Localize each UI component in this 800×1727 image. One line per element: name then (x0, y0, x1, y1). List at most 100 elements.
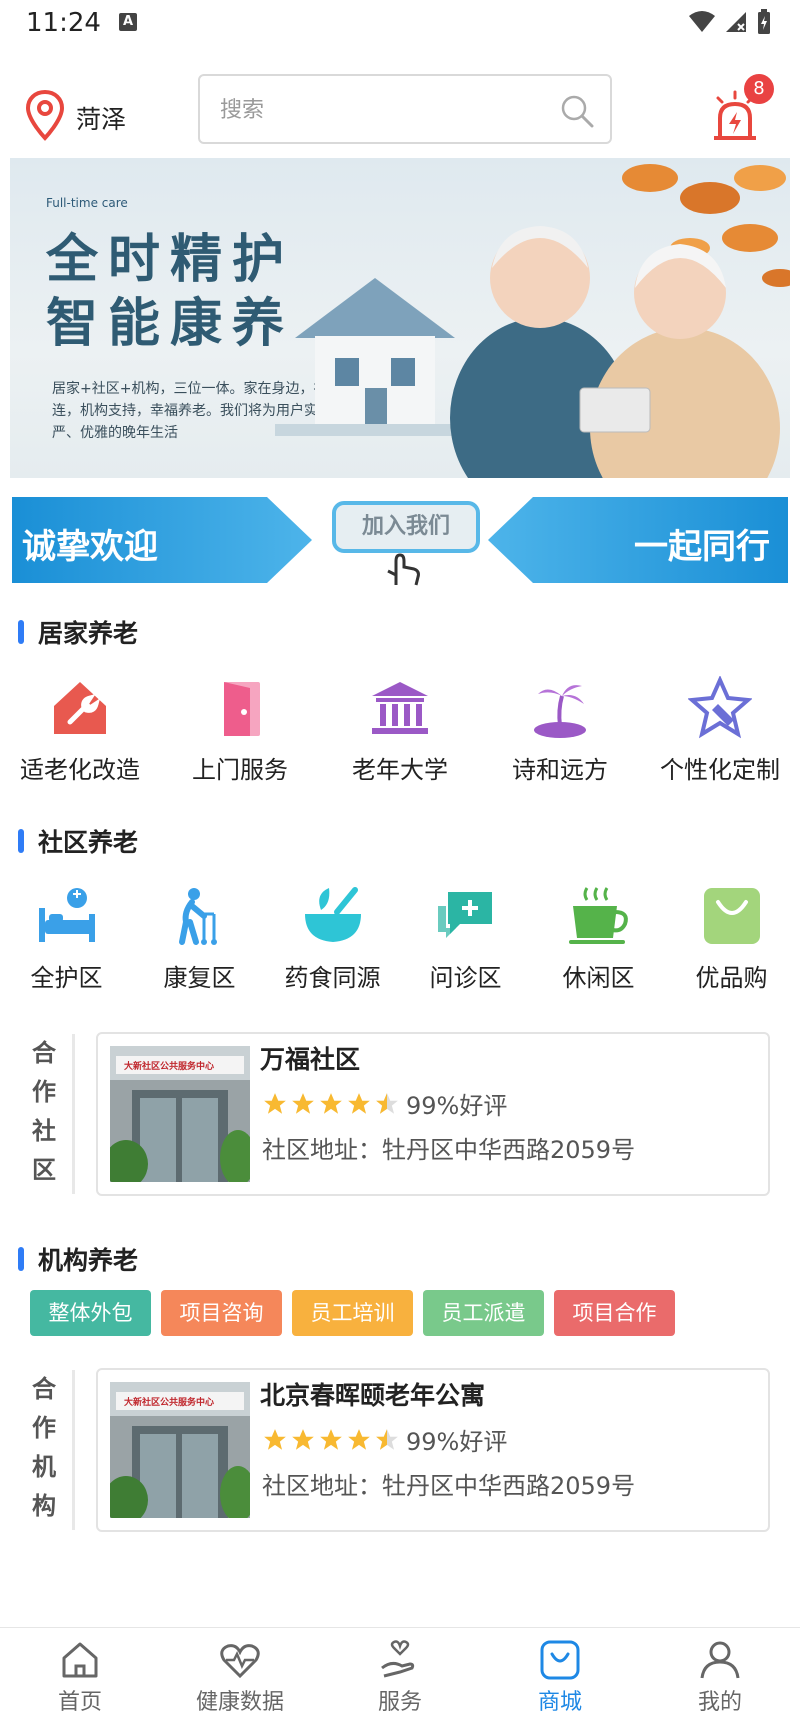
tab-label: 服务 (377, 1690, 422, 1715)
home-care-label: 上门服务 (192, 756, 288, 784)
home-care-item[interactable]: 老年大学 (320, 676, 480, 785)
tab-shop[interactable]: 商城 (480, 1628, 640, 1727)
community-care-item[interactable]: 优品购 (665, 884, 798, 993)
hero-banner[interactable]: Full-time care 全时精护 智能康养 居家+社区+机构，三位一体。家… (10, 158, 790, 478)
nurse-bed-icon (38, 888, 95, 942)
star-pen-icon (688, 676, 752, 739)
search-box[interactable] (198, 74, 612, 144)
photo-sign-text: 大新社区公共服务中心 (124, 1062, 215, 1072)
status-icons (688, 8, 772, 36)
community-care-item[interactable]: 药食同源 (266, 884, 399, 993)
community-address: 社区地址：牡丹区中华西路2059号 (262, 1136, 636, 1164)
tag-outsourcing[interactable]: 整体外包 (30, 1290, 151, 1336)
institution-name: 北京春晖颐老年公寓 (260, 1381, 486, 1410)
search-icon[interactable] (558, 92, 596, 130)
star-icon (320, 1092, 342, 1114)
home-care-item[interactable]: 个性化定制 (640, 676, 800, 785)
community-care-label: 药食同源 (284, 964, 381, 992)
heartbeat-icon (220, 1644, 260, 1679)
side-label-char: 机 (32, 1453, 56, 1481)
tab-health-data[interactable]: 健康数据 (160, 1628, 320, 1727)
bottom-tab-bar: 首页 健康数据 服务 商城 我的 (0, 1627, 800, 1727)
wifi-icon (689, 11, 715, 32)
community-care-item[interactable]: 问诊区 (399, 884, 532, 993)
community-care-label: 康复区 (163, 964, 236, 992)
star-icon (320, 1428, 342, 1450)
community-photo: 大新社区公共服务中心 (110, 1046, 250, 1182)
partner-community-side-label: 合 作 社 区 (28, 1034, 60, 1190)
home-care-item[interactable]: 适老化改造 (0, 676, 160, 785)
elderly-walker-icon (178, 888, 217, 945)
section-title: 机构养老 (38, 1246, 139, 1275)
tag-dispatch[interactable]: 员工派遣 (423, 1290, 544, 1336)
rating-stars: 99%好评 (262, 1086, 507, 1121)
community-care-item[interactable]: 休闲区 (532, 884, 665, 993)
tab-label: 首页 (57, 1690, 102, 1715)
chat-plus-icon (437, 892, 492, 938)
section-institution-care: 机构养老 (18, 1239, 138, 1279)
star-icon (264, 1092, 286, 1114)
location-pin-icon[interactable] (24, 89, 66, 141)
tab-services[interactable]: 服务 (320, 1628, 480, 1727)
city-selector[interactable]: 菏泽 (76, 100, 126, 136)
section-title: 社区养老 (38, 828, 139, 857)
banner-brand: Full-time care (46, 196, 128, 210)
home-care-grid: 适老化改造 上门服务 老年大学 诗和远方 个性化定制 (0, 676, 800, 785)
community-care-label: 问诊区 (429, 964, 502, 992)
community-care-item[interactable]: 康复区 (133, 884, 266, 993)
top-header: 菏泽 8 (0, 70, 800, 150)
home-care-label: 个性化定制 (660, 756, 780, 784)
house-wrench-icon (54, 682, 106, 734)
section-community-care: 社区养老 (18, 821, 138, 861)
side-label-char: 构 (32, 1492, 56, 1520)
community-care-grid: 全护区 康复区 药食同源 问诊区 休闲区 优品购 (0, 884, 800, 993)
home-care-label: 诗和远方 (512, 756, 608, 784)
side-label-char: 作 (32, 1414, 56, 1442)
star-icon (348, 1092, 370, 1114)
community-name: 万福社区 (260, 1045, 361, 1074)
tab-label: 我的 (697, 1690, 742, 1715)
welcome-left-text: 诚挚欢迎 (22, 527, 158, 567)
tab-home[interactable]: 首页 (0, 1628, 160, 1727)
palm-island-icon (534, 685, 586, 738)
star-icon (264, 1428, 286, 1450)
half-star-icon (376, 1092, 398, 1114)
rating-text: 99%好评 (406, 1092, 508, 1120)
mortar-icon (304, 887, 361, 942)
section-marker (18, 620, 24, 644)
community-care-label: 全护区 (30, 964, 103, 992)
status-bar: 11:24 A (0, 0, 800, 46)
divider (72, 1370, 75, 1530)
side-label-char: 合 (32, 1039, 56, 1067)
hand-heart-icon (381, 1640, 415, 1678)
door-icon (224, 682, 260, 736)
tag-training[interactable]: 员工培训 (292, 1290, 413, 1336)
section-marker (18, 1247, 24, 1271)
tab-profile[interactable]: 我的 (640, 1628, 800, 1727)
section-marker (18, 829, 24, 853)
community-care-item[interactable]: 全护区 (0, 884, 133, 993)
institution-photo: 大新社区公共服务中心 (110, 1382, 250, 1518)
section-title: 居家养老 (38, 619, 139, 648)
tag-consulting[interactable]: 项目咨询 (161, 1290, 282, 1336)
rating-stars: 99%好评 (262, 1422, 507, 1457)
banner-headline-line-1: 全时精护 (46, 229, 295, 290)
home-care-item[interactable]: 诗和远方 (480, 676, 640, 785)
shop-bag-icon (540, 1640, 580, 1680)
home-care-item[interactable]: 上门服务 (160, 676, 320, 785)
divider (72, 1034, 75, 1194)
pointer-hand-icon (387, 553, 420, 586)
search-input[interactable] (220, 92, 520, 128)
partner-institution-card[interactable]: 大新社区公共服务中心 北京春晖颐老年公寓 99%好评 社区地址：牡丹区中华西路2… (96, 1368, 770, 1532)
institution-tags: 整体外包 项目咨询 员工培训 员工派遣 项目合作 (30, 1290, 675, 1336)
tag-cooperation[interactable]: 项目合作 (554, 1290, 675, 1336)
partner-community-card[interactable]: 大新社区公共服务中心 万福社区 99%好评 社区地址：牡丹区中华西路2059号 (96, 1032, 770, 1196)
alarm-badge: 8 (744, 74, 774, 104)
community-care-label: 优品购 (695, 964, 768, 992)
home-care-label: 老年大学 (352, 756, 448, 784)
signal-icon (726, 12, 746, 32)
status-time: 11:24 (26, 8, 101, 38)
side-label-char: 区 (32, 1156, 56, 1184)
home-icon (62, 1642, 98, 1678)
side-label-char: 作 (32, 1078, 56, 1106)
